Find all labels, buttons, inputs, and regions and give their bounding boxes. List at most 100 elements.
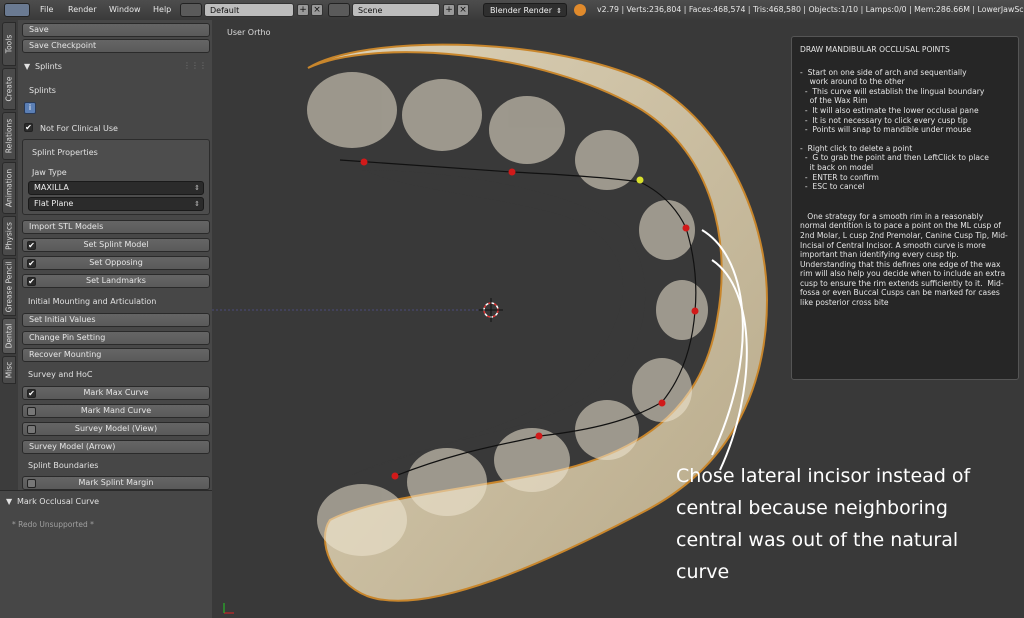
- import-stl-label: Import STL Models: [29, 222, 104, 231]
- redo-panel-title: Mark Occlusal Curve: [17, 497, 100, 506]
- survey-model-arrow-button[interactable]: Survey Model (Arrow): [22, 440, 210, 454]
- change-pin-label: Change Pin Setting: [29, 333, 106, 342]
- point-3[interactable]: [682, 224, 690, 232]
- scene-field[interactable]: Scene: [352, 3, 440, 17]
- mark-splint-margin-label: Mark Splint Margin: [78, 478, 154, 487]
- save-button[interactable]: Save: [22, 23, 210, 37]
- add-layout-icon[interactable]: +: [297, 4, 309, 16]
- render-engine-select[interactable]: Blender Render ⇕: [483, 3, 567, 17]
- save-checkpoint-button[interactable]: Save Checkpoint: [22, 39, 210, 53]
- collapse-arrow-icon[interactable]: ▼: [24, 62, 30, 71]
- instructions-strategy: One strategy for a smooth rim in a reaso…: [800, 211, 1008, 308]
- blender-logo-icon: [574, 4, 586, 16]
- not-for-clinical-checkbox[interactable]: ✔: [24, 123, 33, 132]
- set-opposing-button[interactable]: ✔ Set Opposing: [22, 256, 210, 270]
- info-icon[interactable]: i: [24, 102, 36, 114]
- tool-shelf-panel: Save Save Checkpoint ▼ Splints ⋮⋮⋮ Splin…: [18, 20, 225, 490]
- initial-mounting-label: Initial Mounting and Articulation: [28, 297, 157, 306]
- 3d-cursor-icon[interactable]: [479, 298, 503, 322]
- tab-relations[interactable]: Relations: [2, 112, 16, 160]
- tab-grease-pencil[interactable]: Grease Pencil: [2, 258, 16, 316]
- tab-dental-label: Dental: [4, 323, 14, 349]
- mark-max-curve-button[interactable]: ✔ Mark Max Curve: [22, 386, 210, 400]
- splint-properties-box: Splint Properties Jaw Type MAXILLA ⇕ Flat…: [22, 139, 210, 215]
- menu-file[interactable]: File: [40, 0, 53, 20]
- instructions-controls: - Right click to delete a point - G to g…: [800, 143, 989, 192]
- render-engine-label: Blender Render: [490, 6, 553, 15]
- set-initial-values-button[interactable]: Set Initial Values: [22, 313, 210, 327]
- axis-indicator-icon: [223, 603, 234, 614]
- redo-collapse-icon[interactable]: ▼: [6, 497, 12, 506]
- tab-create-label: Create: [4, 76, 14, 102]
- survey-model-arrow-label: Survey Model (Arrow): [29, 442, 116, 451]
- tab-dental[interactable]: Dental: [2, 318, 16, 354]
- splints-label: Splints: [29, 86, 56, 95]
- mark-splint-margin-button[interactable]: Mark Splint Margin: [22, 476, 210, 490]
- point-selected[interactable]: [636, 176, 644, 184]
- remove-scene-icon[interactable]: ×: [457, 4, 469, 16]
- tab-create[interactable]: Create: [2, 68, 16, 110]
- mark-mand-curve-button[interactable]: Mark Mand Curve: [22, 404, 210, 418]
- menu-help[interactable]: Help: [153, 0, 171, 20]
- scene-icon[interactable]: [328, 3, 350, 17]
- point-2[interactable]: [508, 168, 516, 176]
- splint-properties-label: Splint Properties: [32, 148, 98, 157]
- tab-misc-label: Misc: [4, 361, 14, 379]
- screen-layout-field[interactable]: Default: [204, 3, 294, 17]
- tab-tools-label: Tools: [4, 34, 14, 54]
- mark-max-curve-label: Mark Max Curve: [83, 388, 149, 397]
- recover-mounting-label: Recover Mounting: [29, 350, 102, 359]
- not-for-clinical-label: Not For Clinical Use: [40, 124, 118, 133]
- mark-mand-curve-label: Mark Mand Curve: [80, 406, 152, 415]
- point-1[interactable]: [360, 158, 368, 166]
- set-landmarks-button[interactable]: ✔ Set Landmarks: [22, 274, 210, 288]
- info-editor-type-icon[interactable]: [4, 3, 30, 17]
- menu-window[interactable]: Window: [109, 0, 141, 20]
- point-4[interactable]: [691, 307, 699, 315]
- jaw-type-arrow-icon: ⇕: [194, 184, 200, 192]
- menu-render[interactable]: Render: [68, 0, 96, 20]
- set-landmarks-label: Set Landmarks: [86, 276, 146, 285]
- tab-misc[interactable]: Misc: [2, 356, 16, 384]
- instructions-panel: DRAW MANDIBULAR OCCLUSAL POINTS - Start …: [791, 36, 1019, 380]
- annotation-line-1: Chose lateral incisor instead of: [676, 465, 971, 487]
- recover-mounting-button[interactable]: Recover Mounting: [22, 348, 210, 362]
- annotation-line-2: central because neighboring: [676, 497, 948, 519]
- annotation-line-3: central was out of the natural: [676, 529, 959, 551]
- render-engine-arrow-icon: ⇕: [556, 7, 562, 15]
- plane-type-value: Flat Plane: [34, 199, 74, 208]
- annotation-line-4: curve: [676, 561, 730, 583]
- top-header-bar: File Render Window Help Default + × Scen…: [0, 0, 1024, 21]
- tab-animation-label: Animation: [4, 168, 14, 208]
- add-scene-icon[interactable]: +: [443, 4, 455, 16]
- change-pin-button[interactable]: Change Pin Setting: [22, 331, 210, 345]
- import-stl-button[interactable]: Import STL Models: [22, 220, 210, 234]
- redo-panel: ▼ Mark Occlusal Curve * Redo Unsupported…: [0, 490, 212, 618]
- tab-relations-label: Relations: [4, 118, 14, 154]
- plane-type-arrow-icon: ⇕: [194, 200, 200, 208]
- tab-physics[interactable]: Physics: [2, 216, 16, 256]
- point-5[interactable]: [658, 399, 666, 407]
- remove-layout-icon[interactable]: ×: [311, 4, 323, 16]
- set-initial-values-label: Set Initial Values: [29, 315, 96, 324]
- jaw-type-select[interactable]: MAXILLA ⇕: [28, 181, 204, 195]
- tab-tools[interactable]: Tools: [2, 22, 16, 66]
- instructions-steps: - Start on one side of arch and sequenti…: [800, 67, 985, 135]
- survey-model-view-label: Survey Model (View): [74, 424, 158, 433]
- instructions-title: DRAW MANDIBULAR OCCLUSAL POINTS: [800, 45, 950, 54]
- point-6[interactable]: [535, 432, 543, 440]
- set-splint-model-button[interactable]: ✔ Set Splint Model: [22, 238, 210, 252]
- tab-animation[interactable]: Animation: [2, 162, 16, 214]
- point-7[interactable]: [391, 472, 399, 480]
- set-splint-model-label: Set Splint Model: [83, 240, 149, 249]
- drag-handle-icon[interactable]: ⋮⋮⋮: [183, 61, 207, 70]
- plane-type-select[interactable]: Flat Plane ⇕: [28, 197, 204, 211]
- screen-layout-icon[interactable]: [180, 3, 202, 17]
- save-label: Save: [29, 25, 49, 34]
- jaw-type-value: MAXILLA: [34, 183, 69, 192]
- splints-panel-header[interactable]: Splints: [35, 62, 62, 71]
- survey-model-view-button[interactable]: Survey Model (View): [22, 422, 210, 436]
- redo-unsupported-text: * Redo Unsupported *: [12, 520, 94, 529]
- tab-grease-pencil-label: Grease Pencil: [4, 261, 14, 313]
- jaw-type-label: Jaw Type: [32, 168, 67, 177]
